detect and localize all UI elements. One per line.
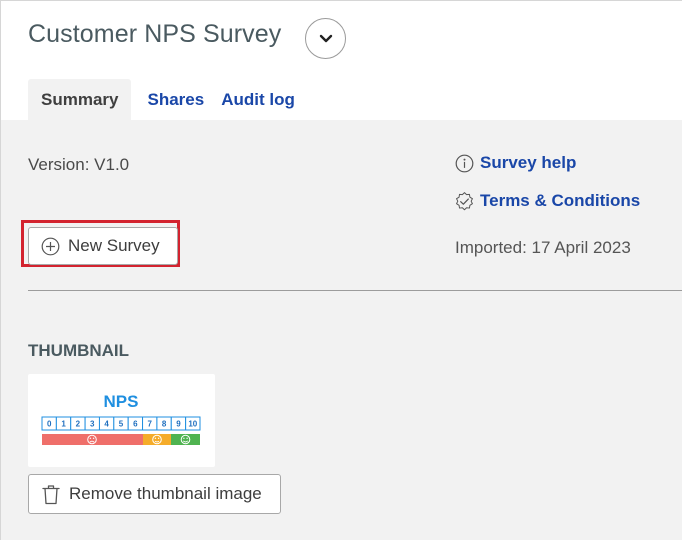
remove-thumbnail-label: Remove thumbnail image bbox=[69, 484, 262, 503]
nps-scale-label: 6 bbox=[133, 420, 138, 429]
survey-help-label: Survey help bbox=[480, 153, 577, 172]
nps-title: NPS bbox=[104, 392, 139, 411]
plus-circle-icon bbox=[41, 237, 60, 256]
nps-scale-label: 0 bbox=[47, 420, 52, 429]
tab-shares[interactable]: Shares bbox=[147, 79, 204, 120]
version-text: Version: V1.0 bbox=[28, 155, 130, 174]
nps-scale-cells: 0 1 2 3 4 5 6 7 8 9 10 bbox=[41, 416, 201, 431]
new-survey-button[interactable]: New Survey bbox=[28, 227, 178, 265]
tab-audit-log[interactable]: Audit log bbox=[221, 79, 295, 120]
tab-summary[interactable]: Summary bbox=[28, 79, 132, 120]
thumbnail-image: NPS 0 1 2 3 4 5 6 7 8 9 10 bbox=[28, 374, 215, 467]
nps-scale-label: 8 bbox=[162, 420, 167, 429]
window-top-border bbox=[0, 0, 682, 1]
nps-scale-label: 4 bbox=[104, 420, 109, 429]
page-title: Customer NPS Survey bbox=[28, 20, 282, 48]
remove-thumbnail-button[interactable]: Remove thumbnail image bbox=[28, 474, 281, 514]
nps-scale-label: 3 bbox=[90, 420, 95, 429]
nps-scale-label: 7 bbox=[148, 420, 153, 429]
collapse-toggle-button[interactable] bbox=[305, 18, 346, 59]
chevron-down-icon bbox=[319, 34, 332, 42]
imported-date: Imported: 17 April 2023 bbox=[455, 238, 631, 257]
tab-bar: Summary Shares Audit log bbox=[28, 79, 295, 120]
nps-scale-label: 5 bbox=[119, 420, 124, 429]
terms-conditions-link[interactable]: Terms & Conditions bbox=[455, 191, 640, 211]
new-survey-label: New Survey bbox=[68, 236, 160, 255]
nps-scale-label: 9 bbox=[176, 420, 181, 429]
terms-conditions-label: Terms & Conditions bbox=[480, 191, 641, 210]
trash-icon bbox=[42, 484, 60, 505]
nps-scale-graphic: NPS 0 1 2 3 4 5 6 7 8 9 10 bbox=[41, 392, 201, 445]
section-divider bbox=[28, 290, 682, 291]
survey-help-link[interactable]: Survey help bbox=[455, 153, 576, 173]
nps-scale-label: 2 bbox=[76, 420, 81, 429]
thumbnail-heading: THUMBNAIL bbox=[28, 341, 130, 360]
check-badge-icon bbox=[456, 191, 473, 210]
info-icon bbox=[455, 154, 474, 172]
nps-scale-label: 1 bbox=[61, 420, 66, 429]
nps-scale-label: 10 bbox=[188, 420, 197, 429]
